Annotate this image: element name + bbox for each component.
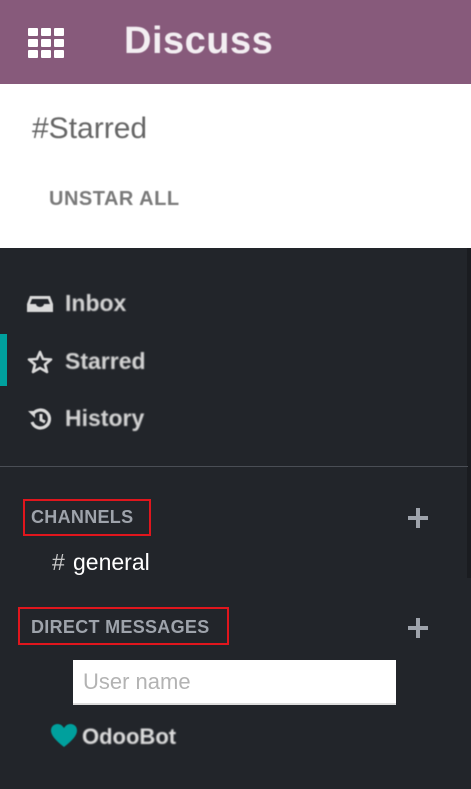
grid-icon[interactable]	[28, 28, 66, 58]
control-panel: #Starred UNSTAR ALL	[0, 84, 471, 248]
heart-icon	[50, 723, 78, 751]
channel-name: general	[73, 549, 150, 575]
dm-item-odoobot[interactable]: OdooBot	[50, 722, 350, 754]
channels-header[interactable]: CHANNELS	[31, 507, 133, 528]
page-title: #Starred	[32, 112, 148, 145]
top-navbar: Discuss	[0, 0, 471, 84]
add-channel-plus-icon[interactable]	[408, 508, 428, 528]
sidebar-item-history[interactable]: History	[0, 393, 468, 441]
sidebar-divider	[0, 466, 468, 467]
app-title: Discuss	[124, 20, 274, 62]
hash-icon: #	[52, 549, 65, 575]
inbox-icon	[27, 292, 53, 314]
sidebar-item-label: History	[65, 405, 145, 431]
sidebar-item-inbox[interactable]: Inbox	[0, 278, 468, 326]
user-name-input[interactable]	[73, 660, 396, 705]
add-direct-message-plus-icon[interactable]	[408, 618, 428, 638]
direct-messages-header[interactable]: DIRECT MESSAGES	[31, 617, 210, 638]
sidebar-item-label: Starred	[65, 348, 146, 374]
history-icon	[27, 407, 53, 430]
sidebar-item-starred[interactable]: Starred	[0, 336, 468, 384]
unstar-all-button[interactable]: UNSTAR ALL	[49, 188, 180, 211]
discuss-app: Discuss #Starred UNSTAR ALL Inbox Starre…	[0, 0, 471, 789]
star-icon	[27, 350, 53, 374]
dm-name: OdooBot	[82, 724, 177, 749]
sidebar-item-label: Inbox	[65, 290, 127, 316]
